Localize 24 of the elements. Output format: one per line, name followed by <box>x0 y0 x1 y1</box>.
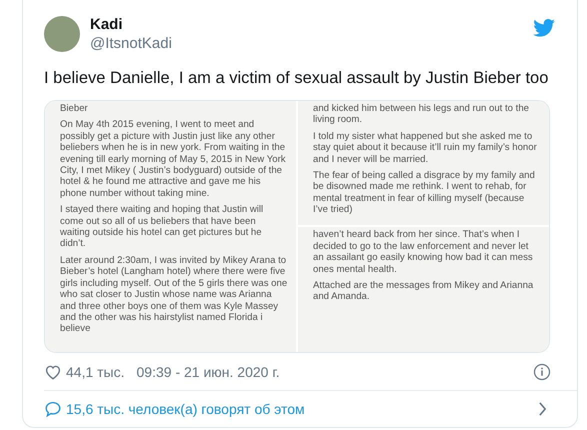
note-paragraph: Bieber <box>60 103 89 114</box>
note-screenshot[interactable] <box>45 101 296 352</box>
author-name[interactable]: Kadi <box>90 15 533 34</box>
avatar[interactable] <box>44 16 80 52</box>
info-icon[interactable] <box>533 362 551 381</box>
note-paragraph: Later around 2:30am, I was invited by Mikey Arana to Bieber’s hotel (Langham hotel) where there were five girls including myself. Out of the 5 girls there was one who sat closer to Justin whose name was Arianna and three other boys one of them was Kyle Massey and the other was his hairstylist named Florida i believe <box>60 254 288 335</box>
like-count[interactable]: 44,1 тыс. <box>66 364 125 380</box>
bird-logo-icon[interactable] <box>533 19 555 37</box>
note-paragraph: Attached are the messages from Mikey and Arianna and Amanda. <box>313 280 534 303</box>
chevron-right-icon[interactable] <box>538 402 547 416</box>
tweet-text: I believe Danielle, I am a victim of sexual assault by Justin Bieber too <box>44 68 550 89</box>
note-paragraph: The fear of being called a disgrace by my family and be disowned made me rethink. I went to rehab, for mental treatment in fear of killing myself (because I’ve tried) <box>313 170 536 216</box>
note-paragraph: I stayed there waiting and hoping that Justin will come out so all of us beliebers that have been waiting outside his hotel can get pictures but he didn’t. <box>60 204 264 250</box>
heart-icon[interactable] <box>44 362 62 381</box>
note-paragraph: I told my sister what happened but she asked me to stay quiet about it because it’ll ruin my family’s honor and I never will be married. <box>313 130 538 166</box>
author-handle[interactable]: @ItsnotKadi <box>90 34 533 53</box>
timestamp[interactable]: 09:39 - 21 июн. 2020 г. <box>136 364 533 380</box>
speech-bubble-icon[interactable] <box>44 400 62 418</box>
note-screenshot[interactable] <box>298 101 549 226</box>
note-paragraph: On May 4th 2015 evening, I went to meet and possibly get a picture with Justin just like any other beliebers when he is in new york. From waiting in the evening till early morning of May 5, 2015 in New York City, I met Mikey ( Justin’s bodyguard) outside of the hotel & he found me attractive and gave me his phone number without taking mine. <box>60 119 287 200</box>
note-screenshot[interactable] <box>298 227 549 352</box>
note-paragraph: haven’t heard back from her since. That’s when I decided to go to the law enforcement and never let an assailant go easily knowing how bad it can mess ones mental health. <box>313 229 534 276</box>
note-paragraph: and kicked him between his legs and run out to the living room. <box>313 103 530 126</box>
conversation-link[interactable]: 15,6 тыс. человек(а) говорят об этом <box>66 401 538 418</box>
